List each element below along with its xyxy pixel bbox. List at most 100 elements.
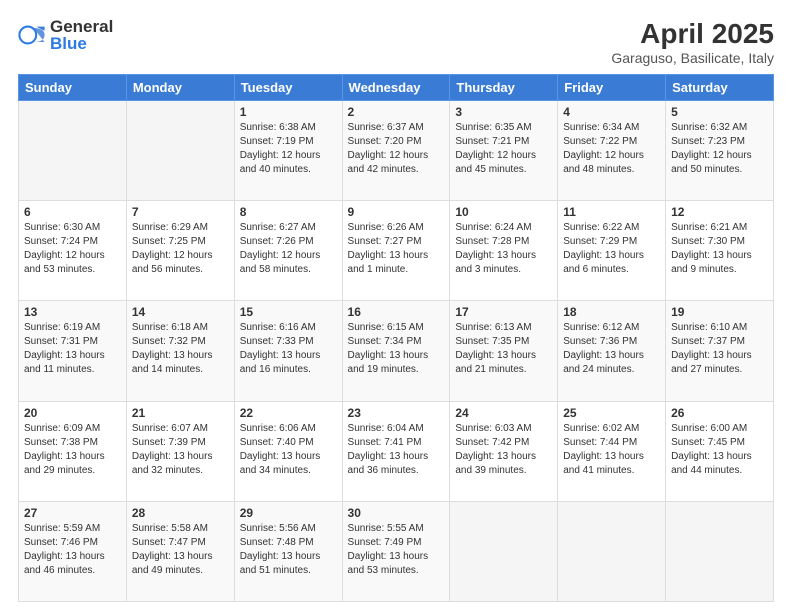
- day-number: 25: [563, 406, 660, 420]
- day-info: Sunrise: 6:38 AM Sunset: 7:19 PM Dayligh…: [240, 121, 337, 177]
- day-number: 30: [348, 506, 445, 520]
- day-info: Sunrise: 5:59 AM Sunset: 7:46 PM Dayligh…: [24, 522, 121, 578]
- header-row: SundayMondayTuesdayWednesdayThursdayFrid…: [19, 75, 774, 101]
- day-cell: 5 Sunrise: 6:32 AM Sunset: 7:23 PM Daylig…: [666, 101, 774, 201]
- day-info: Sunrise: 6:27 AM Sunset: 7:26 PM Dayligh…: [240, 221, 337, 277]
- day-number: 5: [671, 105, 768, 119]
- day-header-wednesday: Wednesday: [342, 75, 450, 101]
- day-cell: 16 Sunrise: 6:15 AM Sunset: 7:34 PM Dayli…: [342, 301, 450, 401]
- day-cell: 17 Sunrise: 6:13 AM Sunset: 7:35 PM Dayli…: [450, 301, 558, 401]
- day-info: Sunrise: 6:35 AM Sunset: 7:21 PM Dayligh…: [455, 121, 552, 177]
- logo-icon: [18, 21, 46, 49]
- day-cell: 24 Sunrise: 6:03 AM Sunset: 7:42 PM Dayli…: [450, 401, 558, 501]
- day-number: 7: [132, 205, 229, 219]
- calendar-table: SundayMondayTuesdayWednesdayThursdayFrid…: [18, 74, 774, 602]
- logo-general: General: [50, 18, 113, 35]
- day-cell: [19, 101, 127, 201]
- day-cell: 19Sunrise: 6:10 AM Sunset: 7:37 PM Dayli…: [666, 301, 774, 401]
- day-number: 6: [24, 205, 121, 219]
- day-cell: 13 Sunrise: 6:19 AM Sunset: 7:31 PM Dayli…: [19, 301, 127, 401]
- day-info: Sunrise: 6:00 AM Sunset: 7:45 PM Dayligh…: [671, 422, 768, 478]
- day-info: Sunrise: 6:34 AM Sunset: 7:22 PM Dayligh…: [563, 121, 660, 177]
- day-cell: 23 Sunrise: 6:04 AM Sunset: 7:41 PM Dayli…: [342, 401, 450, 501]
- day-cell: [126, 101, 234, 201]
- day-number: 21: [132, 406, 229, 420]
- day-cell: 12 Sunrise: 6:21 AM Sunset: 7:30 PM Dayli…: [666, 201, 774, 301]
- day-number: 15: [240, 305, 337, 319]
- day-info: Sunrise: 6:06 AM Sunset: 7:40 PM Dayligh…: [240, 422, 337, 478]
- main-title: April 2025: [611, 18, 774, 50]
- logo-text: General Blue: [50, 18, 113, 52]
- day-info: Sunrise: 6:19 AM Sunset: 7:31 PM Dayligh…: [24, 321, 121, 377]
- week-row-1: 1 Sunrise: 6:38 AM Sunset: 7:19 PM Daylig…: [19, 101, 774, 201]
- day-info: Sunrise: 6:21 AM Sunset: 7:30 PM Dayligh…: [671, 221, 768, 277]
- page: General Blue April 2025 Garaguso, Basili…: [0, 0, 792, 612]
- day-number: 10: [455, 205, 552, 219]
- day-cell: 29Sunrise: 5:56 AM Sunset: 7:48 PM Dayli…: [234, 501, 342, 601]
- day-cell: 22 Sunrise: 6:06 AM Sunset: 7:40 PM Dayli…: [234, 401, 342, 501]
- day-number: 13: [24, 305, 121, 319]
- logo: General Blue: [18, 18, 113, 52]
- day-cell: 21 Sunrise: 6:07 AM Sunset: 7:39 PM Dayli…: [126, 401, 234, 501]
- day-cell: 28Sunrise: 5:58 AM Sunset: 7:47 PM Dayli…: [126, 501, 234, 601]
- day-info: Sunrise: 6:16 AM Sunset: 7:33 PM Dayligh…: [240, 321, 337, 377]
- day-number: 14: [132, 305, 229, 319]
- day-number: 20: [24, 406, 121, 420]
- day-cell: 18Sunrise: 6:12 AM Sunset: 7:36 PM Dayli…: [558, 301, 666, 401]
- day-info: Sunrise: 6:15 AM Sunset: 7:34 PM Dayligh…: [348, 321, 445, 377]
- day-number: 22: [240, 406, 337, 420]
- day-number: 3: [455, 105, 552, 119]
- day-info: Sunrise: 5:58 AM Sunset: 7:47 PM Dayligh…: [132, 522, 229, 578]
- day-info: Sunrise: 6:22 AM Sunset: 7:29 PM Dayligh…: [563, 221, 660, 277]
- day-info: Sunrise: 5:56 AM Sunset: 7:48 PM Dayligh…: [240, 522, 337, 578]
- day-info: Sunrise: 6:32 AM Sunset: 7:23 PM Dayligh…: [671, 121, 768, 177]
- day-cell: 26 Sunrise: 6:00 AM Sunset: 7:45 PM Dayli…: [666, 401, 774, 501]
- day-info: Sunrise: 6:04 AM Sunset: 7:41 PM Dayligh…: [348, 422, 445, 478]
- day-header-monday: Monday: [126, 75, 234, 101]
- day-cell: 25 Sunrise: 6:02 AM Sunset: 7:44 PM Dayli…: [558, 401, 666, 501]
- day-info: Sunrise: 6:37 AM Sunset: 7:20 PM Dayligh…: [348, 121, 445, 177]
- week-row-2: 6 Sunrise: 6:30 AM Sunset: 7:24 PM Daylig…: [19, 201, 774, 301]
- day-number: 12: [671, 205, 768, 219]
- day-info: Sunrise: 6:02 AM Sunset: 7:44 PM Dayligh…: [563, 422, 660, 478]
- day-cell: 4Sunrise: 6:34 AM Sunset: 7:22 PM Daylig…: [558, 101, 666, 201]
- day-info: Sunrise: 6:13 AM Sunset: 7:35 PM Dayligh…: [455, 321, 552, 377]
- day-number: 18: [563, 305, 660, 319]
- day-number: 17: [455, 305, 552, 319]
- day-number: 8: [240, 205, 337, 219]
- day-cell: 6 Sunrise: 6:30 AM Sunset: 7:24 PM Daylig…: [19, 201, 127, 301]
- day-cell: 10 Sunrise: 6:24 AM Sunset: 7:28 PM Dayli…: [450, 201, 558, 301]
- day-cell: 8 Sunrise: 6:27 AM Sunset: 7:26 PM Daylig…: [234, 201, 342, 301]
- day-header-sunday: Sunday: [19, 75, 127, 101]
- day-info: Sunrise: 6:03 AM Sunset: 7:42 PM Dayligh…: [455, 422, 552, 478]
- day-cell: 2Sunrise: 6:37 AM Sunset: 7:20 PM Daylig…: [342, 101, 450, 201]
- week-row-3: 13 Sunrise: 6:19 AM Sunset: 7:31 PM Dayli…: [19, 301, 774, 401]
- day-cell: 20 Sunrise: 6:09 AM Sunset: 7:38 PM Dayli…: [19, 401, 127, 501]
- day-info: Sunrise: 5:55 AM Sunset: 7:49 PM Dayligh…: [348, 522, 445, 578]
- day-header-tuesday: Tuesday: [234, 75, 342, 101]
- day-number: 16: [348, 305, 445, 319]
- day-info: Sunrise: 6:10 AM Sunset: 7:37 PM Dayligh…: [671, 321, 768, 377]
- day-cell: 11 Sunrise: 6:22 AM Sunset: 7:29 PM Dayli…: [558, 201, 666, 301]
- day-info: Sunrise: 6:29 AM Sunset: 7:25 PM Dayligh…: [132, 221, 229, 277]
- day-number: 11: [563, 205, 660, 219]
- day-number: 1: [240, 105, 337, 119]
- day-info: Sunrise: 6:30 AM Sunset: 7:24 PM Dayligh…: [24, 221, 121, 277]
- subtitle: Garaguso, Basilicate, Italy: [611, 50, 774, 66]
- day-cell: 7 Sunrise: 6:29 AM Sunset: 7:25 PM Daylig…: [126, 201, 234, 301]
- day-number: 23: [348, 406, 445, 420]
- day-cell: 14Sunrise: 6:18 AM Sunset: 7:32 PM Dayli…: [126, 301, 234, 401]
- week-row-4: 20 Sunrise: 6:09 AM Sunset: 7:38 PM Dayli…: [19, 401, 774, 501]
- day-header-thursday: Thursday: [450, 75, 558, 101]
- day-cell: [558, 501, 666, 601]
- title-block: April 2025 Garaguso, Basilicate, Italy: [611, 18, 774, 66]
- day-cell: 1 Sunrise: 6:38 AM Sunset: 7:19 PM Daylig…: [234, 101, 342, 201]
- day-number: 26: [671, 406, 768, 420]
- day-info: Sunrise: 6:26 AM Sunset: 7:27 PM Dayligh…: [348, 221, 445, 277]
- day-cell: 3 Sunrise: 6:35 AM Sunset: 7:21 PM Daylig…: [450, 101, 558, 201]
- day-number: 24: [455, 406, 552, 420]
- day-info: Sunrise: 6:24 AM Sunset: 7:28 PM Dayligh…: [455, 221, 552, 277]
- day-header-friday: Friday: [558, 75, 666, 101]
- day-info: Sunrise: 6:07 AM Sunset: 7:39 PM Dayligh…: [132, 422, 229, 478]
- day-info: Sunrise: 6:09 AM Sunset: 7:38 PM Dayligh…: [24, 422, 121, 478]
